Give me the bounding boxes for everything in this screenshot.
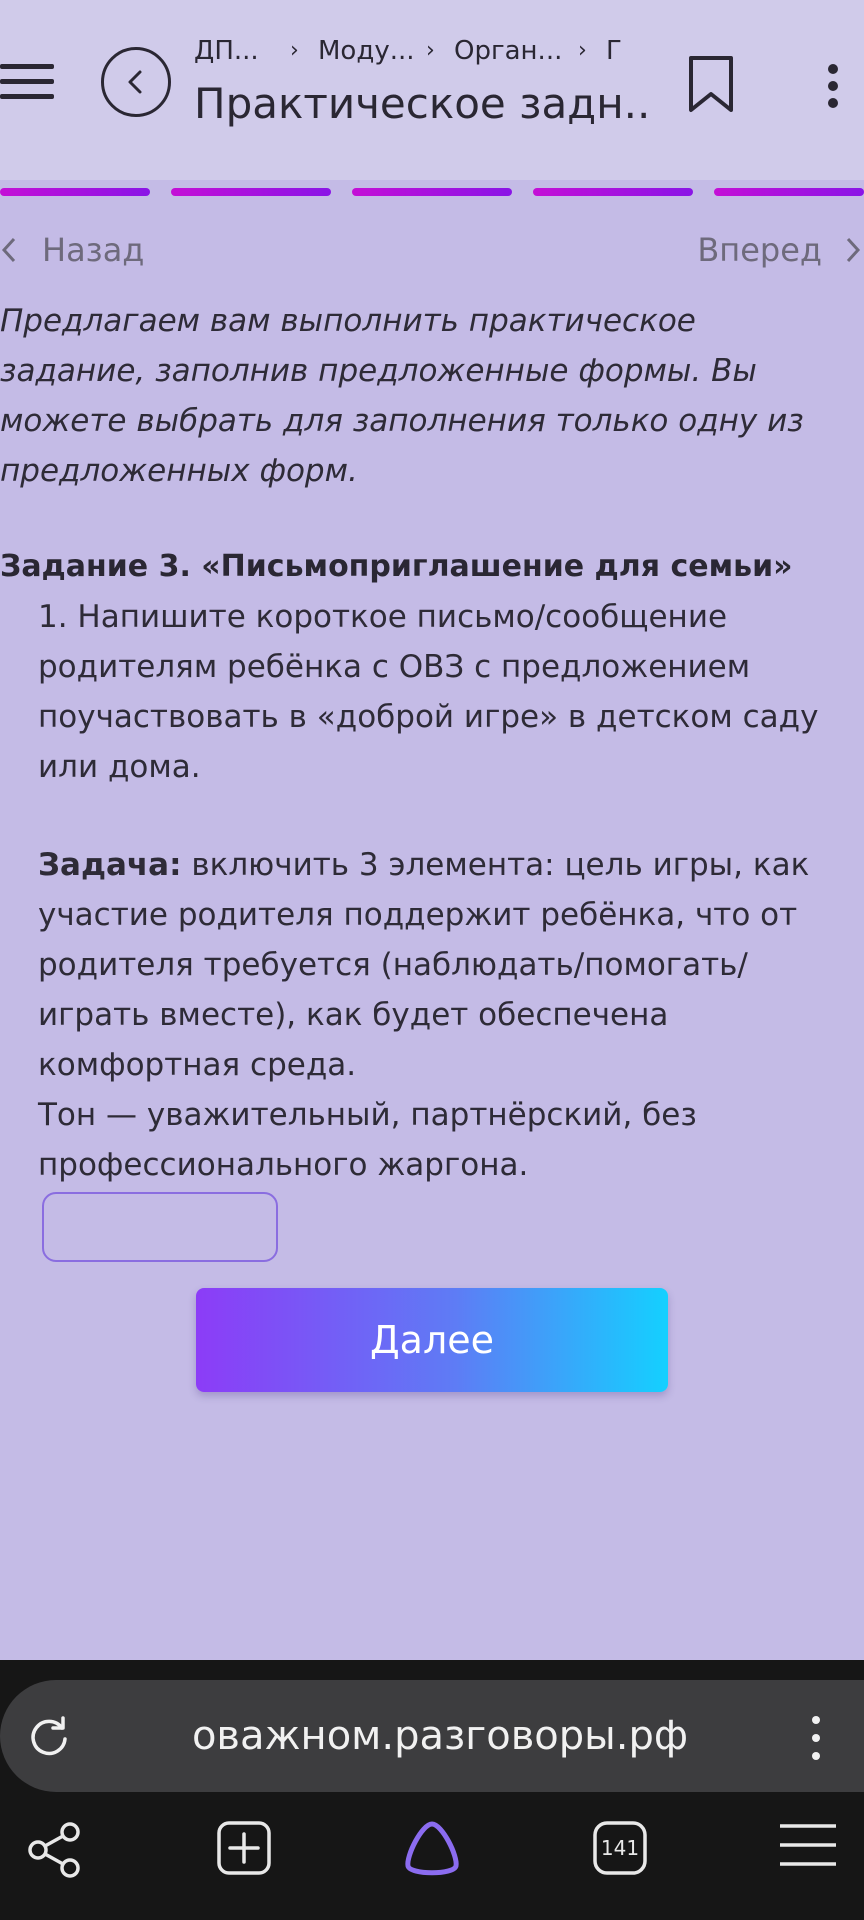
goal-label: Задача: — [38, 847, 182, 883]
new-tab-icon[interactable] — [216, 1820, 272, 1876]
back-label: Назад — [42, 231, 145, 269]
back-arrow-icon[interactable] — [101, 47, 171, 117]
browser-menu-icon[interactable] — [778, 1820, 838, 1870]
breadcrumb-separator-icon: › — [290, 38, 299, 63]
progress-segment — [533, 188, 693, 196]
chevron-left-icon — [1, 237, 16, 263]
app-header: ДП... › Моду... › Орган... › Г Практичес… — [0, 0, 864, 180]
address-bar[interactable]: оважном.разговоры.рф — [0, 1680, 864, 1792]
share-icon[interactable] — [26, 1820, 82, 1880]
reload-icon[interactable] — [26, 1714, 72, 1760]
page-title: Практическое задн... — [194, 79, 654, 128]
progress-segment — [171, 188, 331, 196]
bookmark-icon[interactable] — [686, 54, 736, 118]
forward-label: Вперед — [697, 231, 822, 269]
intro-text: Предлагаем вам выполнить практическое за… — [0, 303, 804, 489]
answer-input[interactable] — [42, 1192, 278, 1262]
breadcrumb-item[interactable]: ДП... — [194, 36, 259, 66]
browser-chrome: оважном.разговоры.рф 141 — [0, 1660, 864, 1920]
more-vertical-icon[interactable] — [828, 64, 840, 108]
progress-segment — [714, 188, 864, 196]
next-button[interactable]: Далее — [196, 1288, 668, 1392]
task-title: Задание 3. «Письмоприглашение для семьи» — [0, 549, 793, 584]
tab-count: 141 — [601, 1836, 639, 1860]
breadcrumb-item[interactable]: Моду... — [318, 36, 415, 66]
breadcrumb-item[interactable]: Орган... — [454, 36, 562, 66]
task-instruction: 1. Напишите короткое письмо/сообщение ро… — [38, 599, 819, 785]
tabs-icon[interactable]: 141 — [592, 1820, 648, 1876]
browser-bottom-nav: 141 — [0, 1820, 864, 1920]
task-goal: Задача: включить 3 элемента: цель игры, … — [38, 840, 848, 1190]
progress-segment — [352, 188, 512, 196]
breadcrumb-item[interactable]: Г — [606, 36, 622, 66]
url-text[interactable]: оважном.разговоры.рф — [120, 1680, 760, 1792]
breadcrumb-separator-icon: › — [578, 38, 587, 63]
lesson-progress — [0, 188, 864, 196]
alice-assistant-icon[interactable] — [402, 1818, 462, 1878]
more-vertical-icon[interactable] — [812, 1716, 820, 1770]
menu-icon[interactable] — [0, 64, 54, 104]
chevron-right-icon — [846, 237, 861, 263]
tone-text: Тон — уважительный, партнёрский, без про… — [38, 1097, 697, 1183]
breadcrumb-separator-icon: › — [426, 38, 435, 63]
progress-segment — [0, 188, 150, 196]
forward-link[interactable]: Вперед — [664, 228, 864, 272]
